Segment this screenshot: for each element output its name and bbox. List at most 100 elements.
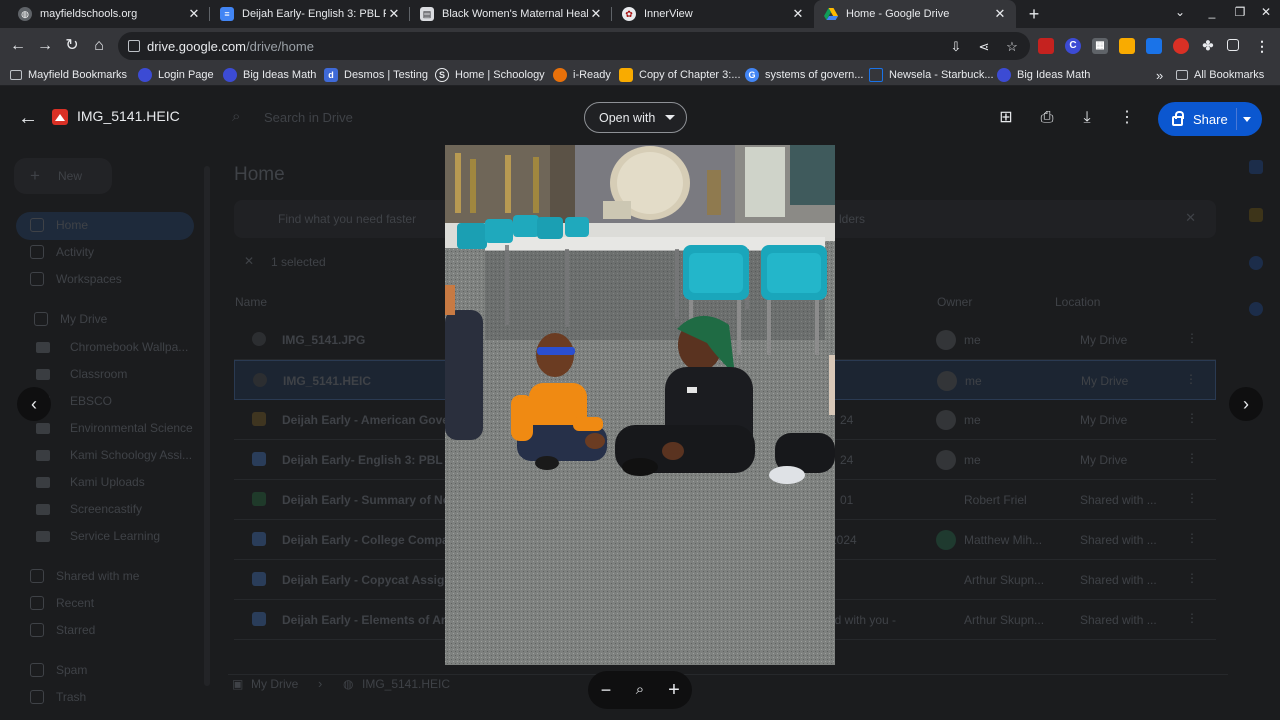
nav-recent: Recent	[30, 596, 94, 610]
viewer-header: ← IMG_5141.HEIC Open with ⊞ ⎙ ⤓ ⋮ Share	[0, 86, 1280, 150]
extension-c-icon[interactable]: C	[1065, 38, 1081, 54]
add-comment-icon[interactable]: ⊞	[994, 106, 1018, 130]
bigideas-icon	[223, 68, 237, 82]
extension-blue-icon[interactable]	[1146, 38, 1162, 54]
schoology-icon: S	[435, 68, 449, 82]
share-page-icon[interactable]: ⋖	[976, 39, 992, 55]
forward-icon[interactable]: →	[35, 36, 55, 56]
selected-count: 1 selected	[271, 255, 326, 269]
bookmark-systems-of-government[interactable]: Gsystems of govern...	[745, 67, 863, 83]
site-info-icon[interactable]	[128, 40, 140, 52]
extension-badge-icon[interactable]	[1173, 38, 1189, 54]
breadcrumb-file: IMG_5141.HEIC	[362, 677, 451, 691]
nav-shared-with-me: Shared with me	[30, 569, 139, 583]
back-icon[interactable]: ←	[8, 36, 28, 56]
folder-item: Classroom	[36, 367, 127, 381]
address-bar[interactable]: drive.google.com/drive/home ⇩ ⋖ ☆	[118, 32, 1030, 60]
bookmark-big-ideas-math[interactable]: Big Ideas Math	[223, 67, 316, 83]
install-app-icon[interactable]: ⇩	[948, 39, 964, 55]
browser-toolbar: ← → ↻ ⌂ drive.google.com/drive/home ⇩ ⋖ …	[0, 28, 1280, 64]
bookmarks-bar: Mayfield Bookmarks Login Page Big Ideas …	[0, 64, 1280, 86]
viewer-file-name: IMG_5141.HEIC	[77, 108, 180, 124]
url-text[interactable]: drive.google.com/drive/home	[147, 39, 314, 54]
site-icon: ▤	[420, 7, 434, 21]
share-button[interactable]: Share	[1158, 102, 1262, 136]
close-tab-icon[interactable]: ✕	[992, 6, 1008, 22]
bookmark-star-icon[interactable]: ☆	[1004, 39, 1020, 55]
extension-yellow-icon[interactable]	[1119, 38, 1135, 54]
chevron-down-icon	[665, 115, 676, 120]
innerview-icon: ✿	[622, 7, 636, 21]
tab-google-drive[interactable]: Home - Google Drive ✕	[814, 0, 1016, 28]
bookmark-big-ideas-math-2[interactable]: Big Ideas Math	[997, 67, 1090, 83]
calendar-icon	[1249, 160, 1263, 174]
close-viewer-icon[interactable]: ←	[16, 106, 40, 130]
column-name: Name	[235, 295, 268, 309]
desmos-icon: d	[324, 68, 338, 82]
breadcrumb-root: My Drive	[251, 677, 299, 691]
close-tab-icon[interactable]: ✕	[386, 6, 402, 22]
bookmark-newsela[interactable]: Newsela - Starbuck...	[869, 67, 994, 83]
login-icon	[138, 68, 152, 82]
bookmark-iready[interactable]: i-Ready	[553, 67, 611, 83]
share-dropdown-icon[interactable]	[1243, 117, 1251, 122]
nav-activity: Activity	[30, 245, 94, 259]
window-close-icon[interactable]: ✕	[1256, 5, 1276, 19]
new-tab-button[interactable]: +	[1024, 4, 1044, 24]
column-location: Location	[1055, 295, 1101, 309]
side-panel-icon[interactable]	[1227, 39, 1239, 51]
bookmark-desmos[interactable]: d Desmos | Testing	[324, 67, 428, 83]
folder-item: Service Learning	[36, 529, 160, 543]
photo-preview[interactable]	[445, 145, 835, 665]
minimize-icon[interactable]: _	[1202, 5, 1222, 19]
slides-icon	[619, 68, 633, 82]
nav-workspaces: Workspaces	[30, 272, 122, 286]
sidebar-scrollbar	[204, 166, 210, 686]
zoom-in-button[interactable]: +	[662, 678, 686, 702]
bookmarks-overflow[interactable]: »	[1156, 67, 1163, 83]
folder-item: Kami Schoology Assi...	[36, 448, 192, 462]
bookmark-chapter3[interactable]: Copy of Chapter 3:...	[619, 67, 741, 83]
google-icon: G	[745, 68, 759, 82]
newsela-icon	[869, 68, 883, 82]
print-icon[interactable]: ⎙	[1035, 106, 1059, 130]
open-with-button[interactable]: Open with	[584, 102, 687, 133]
column-owner: Owner	[937, 295, 973, 309]
all-bookmarks[interactable]: All Bookmarks	[1176, 67, 1264, 83]
clear-selection-icon: ✕	[244, 254, 255, 268]
tab-title: InnerView	[644, 8, 693, 20]
restore-icon[interactable]: ❐	[1230, 5, 1250, 19]
new-button: + New	[14, 158, 112, 194]
home-icon[interactable]: ⌂	[89, 36, 109, 56]
chrome-menu-icon[interactable]: ⋮	[1254, 38, 1270, 54]
nav-trash: Trash	[30, 690, 86, 704]
zoom-out-button[interactable]: −	[594, 678, 618, 702]
previous-file-button[interactable]: ‹	[17, 387, 51, 421]
page-title: Home	[234, 164, 285, 185]
bookmark-schoology[interactable]: S Home | Schoology	[435, 67, 545, 83]
bookmark-mayfield[interactable]: Mayfield Bookmarks	[10, 67, 127, 83]
tab-title: Black Women's Maternal Health	[442, 8, 588, 20]
iready-icon	[553, 68, 567, 82]
tab-innerview[interactable]: ✿ InnerView ✕	[612, 0, 814, 28]
next-file-button[interactable]: ›	[1229, 387, 1263, 421]
tab-maternal-health[interactable]: ▤ Black Women's Maternal Health ✕	[410, 0, 612, 28]
reload-icon[interactable]: ↻	[62, 36, 82, 56]
close-tab-icon[interactable]: ✕	[186, 6, 202, 22]
keep-icon	[1249, 208, 1263, 222]
bookmark-login-page[interactable]: Login Page	[138, 67, 214, 83]
extension-red-icon[interactable]	[1038, 38, 1054, 54]
extension-qr-icon[interactable]: ▦	[1092, 38, 1108, 54]
close-tab-icon[interactable]: ✕	[790, 6, 806, 22]
extensions-puzzle-icon[interactable]: ✤	[1200, 38, 1216, 54]
close-tab-icon[interactable]: ✕	[588, 6, 604, 22]
tab-title: Home - Google Drive	[846, 8, 950, 20]
folder-item: Screencastify	[36, 502, 142, 516]
tab-mayfieldschools[interactable]: ◍ mayfieldschools.org ✕	[8, 0, 210, 28]
more-options-icon[interactable]: ⋮	[1115, 106, 1139, 130]
zoom-magnifier-icon[interactable]: ⌕	[628, 678, 652, 702]
tab-english3[interactable]: ≡ Deijah Early- English 3: PBL Res ✕	[210, 0, 410, 28]
bigideas-icon	[997, 68, 1011, 82]
download-icon[interactable]: ⤓	[1075, 106, 1099, 130]
tab-search-icon[interactable]: ⌄	[1170, 5, 1190, 19]
